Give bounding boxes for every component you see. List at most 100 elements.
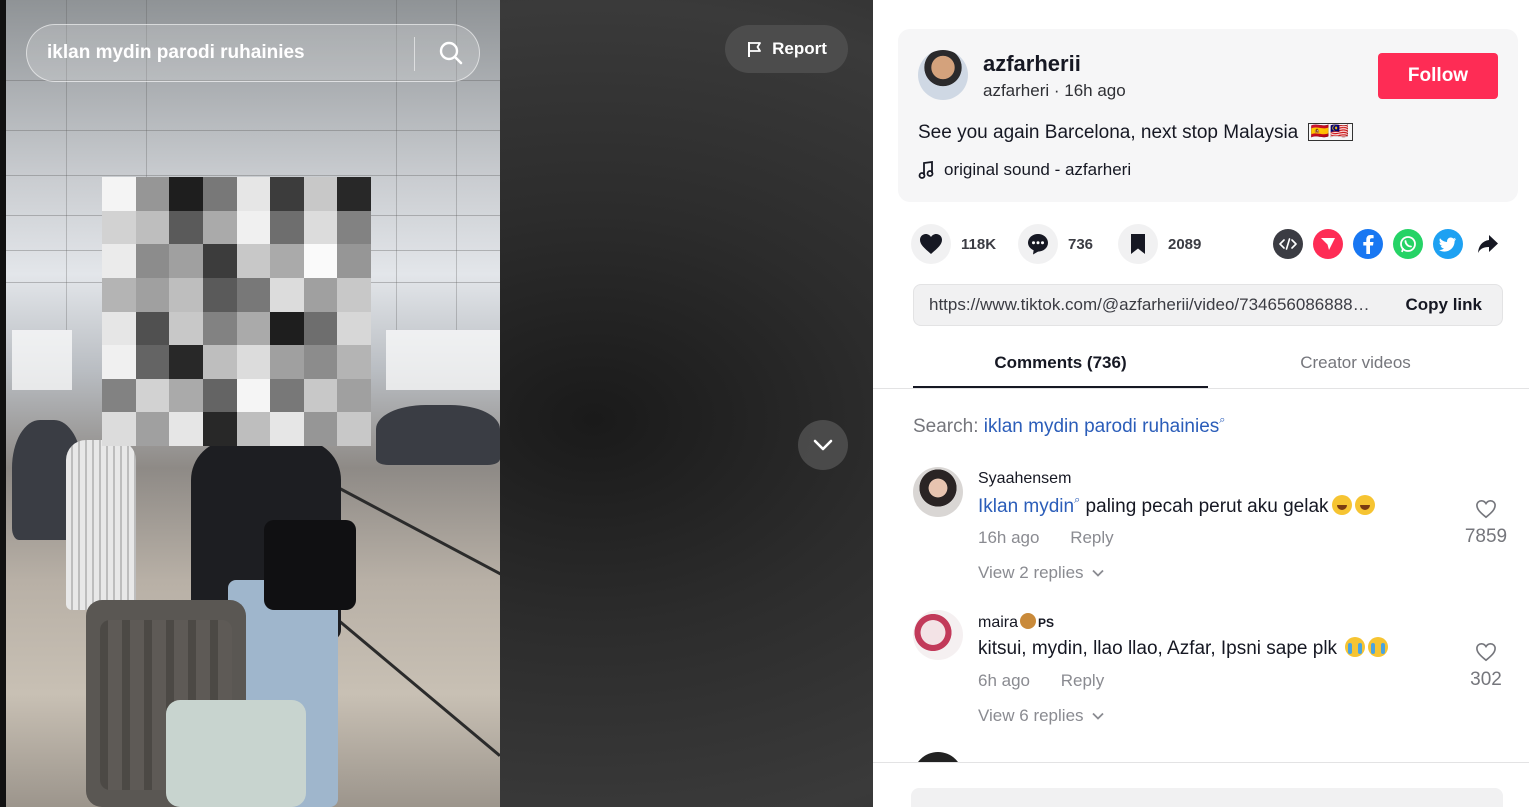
mosaic-tile	[303, 311, 338, 346]
video-url[interactable]: https://www.tiktok.com/@azfarherii/video…	[929, 285, 1379, 325]
crying-emoji-icon	[1345, 637, 1366, 657]
comment-search-suggestion: Search: iklan mydin parodi ruhainies⌕	[913, 414, 1225, 438]
comment-count: 736	[1068, 235, 1094, 253]
user-badge: PS	[1038, 616, 1055, 630]
sound-name: original sound - azfarheri	[944, 160, 1132, 179]
mosaic-tile	[169, 177, 203, 211]
view-replies-label: View 6 replies	[978, 706, 1084, 725]
search-query-text[interactable]: iklan mydin parodi ruhainies	[47, 25, 305, 81]
author-avatar[interactable]	[918, 50, 968, 100]
whatsapp-share-button[interactable]	[1393, 229, 1423, 259]
facebook-icon	[1363, 235, 1374, 254]
mosaic-tile	[169, 412, 203, 446]
mosaic-tile	[270, 277, 304, 312]
chevron-down-icon	[1091, 569, 1104, 577]
mosaic-tile	[202, 177, 237, 211]
mosaic-tile	[236, 412, 271, 446]
twitter-icon	[1439, 237, 1456, 252]
ceiling-line	[6, 175, 500, 176]
commenter-avatar[interactable]	[913, 610, 963, 660]
mosaic-tile	[236, 345, 271, 379]
mosaic-tile	[236, 210, 271, 245]
search-prefix: Search:	[913, 416, 984, 437]
mosaic-tile	[202, 378, 237, 413]
tab-creator-videos[interactable]: Creator videos	[1208, 340, 1503, 388]
comment-button[interactable]	[1018, 224, 1058, 264]
suitcase-light	[166, 700, 306, 807]
video-frame[interactable]	[6, 0, 500, 807]
view-replies-button[interactable]: View 2 replies	[978, 563, 1104, 583]
embed-button[interactable]	[1273, 229, 1303, 259]
bookmark-icon	[1131, 234, 1145, 254]
mosaic-tile	[202, 412, 237, 446]
send-to-friends-button[interactable]	[1313, 229, 1343, 259]
commenter-username-row: maira PS	[978, 613, 1054, 632]
mosaic-tile	[169, 210, 203, 245]
author-username[interactable]: azfarheri	[983, 81, 1049, 100]
report-button[interactable]: Report	[725, 25, 848, 73]
mosaic-tile	[169, 378, 203, 413]
heart-outline-icon	[1476, 642, 1496, 662]
view-replies-button[interactable]: View 6 replies	[978, 706, 1104, 726]
window-light	[386, 330, 500, 390]
mosaic-tile	[236, 378, 271, 413]
search-mini-icon: ⌕	[1219, 414, 1226, 426]
send-to-friends-icon	[1321, 238, 1335, 250]
flag-icon	[748, 42, 762, 57]
mosaic-tile	[236, 244, 271, 278]
comment-keyword-link[interactable]: Iklan mydin	[978, 496, 1074, 517]
comment-action[interactable]: 736	[1018, 224, 1093, 264]
copy-link-button[interactable]: Copy link	[1405, 285, 1482, 325]
like-action[interactable]: 118K	[911, 224, 996, 264]
ceiling-line	[6, 130, 500, 131]
mosaic-tile	[135, 277, 170, 312]
heart-outline-icon	[1476, 499, 1496, 519]
mosaic-tile	[270, 311, 304, 346]
video-search-bar[interactable]: iklan mydin parodi ruhainies	[26, 24, 480, 82]
dot-separator: ·	[1053, 81, 1065, 100]
save-action[interactable]: 2089	[1118, 224, 1201, 264]
mosaic-tile	[102, 177, 136, 211]
comment-item: Syaahensem Iklan mydin⌕ paling pecah per…	[913, 467, 1513, 587]
facebook-share-button[interactable]	[1353, 229, 1383, 259]
mosaic-tile	[169, 311, 203, 346]
tiktok-video-page: iklan mydin parodi ruhainies Report azfa…	[0, 0, 1529, 807]
commenter-username[interactable]: Syaahensem	[978, 470, 1071, 488]
reply-button[interactable]: Reply	[1061, 671, 1104, 690]
share-more-button[interactable]	[1473, 229, 1503, 259]
music-row[interactable]: original sound - azfarheri	[918, 160, 1131, 180]
mosaic-tile	[303, 210, 338, 245]
reply-button[interactable]: Reply	[1070, 528, 1113, 547]
pixelated-face-mosaic	[102, 177, 371, 446]
comment-time: 16h ago	[978, 528, 1040, 547]
comment-text: Iklan mydin⌕ paling pecah perut aku gela…	[978, 494, 1375, 518]
comment-body: kitsui, mydin, llao llao, Azfar, Ipsni s…	[978, 638, 1338, 659]
commenter-avatar[interactable]	[913, 467, 963, 517]
search-keyword-link[interactable]: iklan mydin parodi ruhainies	[984, 416, 1220, 437]
comment-input[interactable]	[911, 788, 1503, 807]
mosaic-tile	[102, 311, 136, 346]
next-video-button[interactable]	[798, 420, 848, 470]
mosaic-tile	[102, 345, 136, 379]
mosaic-tile	[303, 244, 338, 278]
search-button[interactable]	[427, 29, 475, 77]
save-button[interactable]	[1118, 224, 1158, 264]
mosaic-tile	[236, 177, 271, 211]
like-button[interactable]	[911, 224, 951, 264]
comment-text: kitsui, mydin, llao llao, Azfar, Ipsni s…	[978, 637, 1389, 660]
tab-comments[interactable]: Comments (736)	[913, 340, 1208, 388]
video-info-card: azfarherii azfarheri · 16h ago Follow Se…	[898, 29, 1518, 202]
chevron-down-icon	[1091, 712, 1104, 720]
author-display-name[interactable]: azfarherii	[983, 51, 1081, 77]
commenter-username[interactable]: maira	[978, 614, 1018, 631]
mosaic-tile	[337, 378, 371, 413]
comment-like[interactable]: 7859	[1459, 499, 1513, 548]
video-link-box: https://www.tiktok.com/@azfarherii/video…	[913, 284, 1503, 326]
follow-button[interactable]: Follow	[1378, 53, 1498, 99]
mosaic-tile	[202, 210, 237, 245]
mosaic-tile	[102, 277, 136, 312]
comment-like[interactable]: 302	[1459, 642, 1513, 691]
mosaic-tile	[270, 244, 304, 278]
twitter-share-button[interactable]	[1433, 229, 1463, 259]
mosaic-tile	[337, 345, 371, 379]
